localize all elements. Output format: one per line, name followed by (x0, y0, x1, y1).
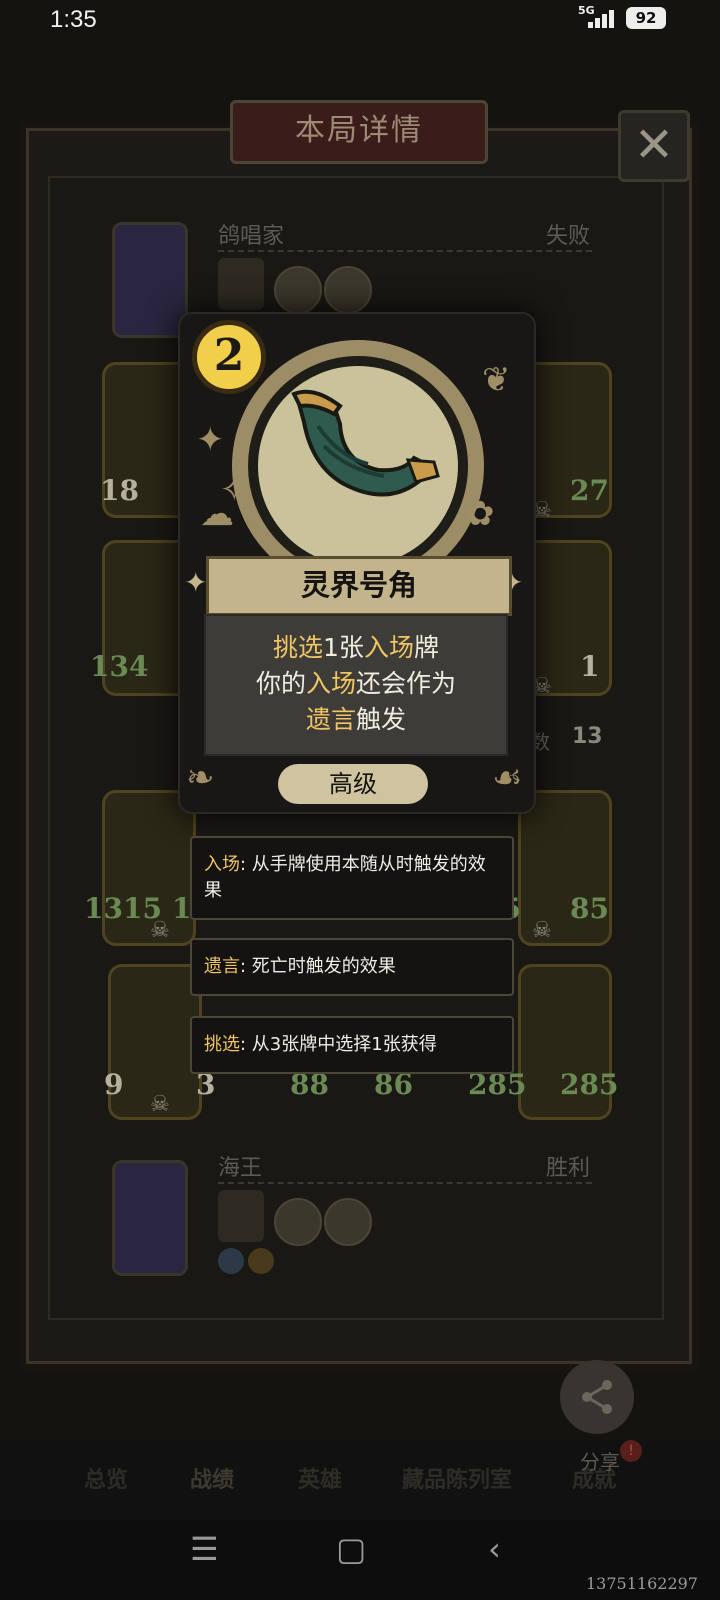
close-button[interactable]: ✕ (618, 110, 690, 182)
keyword-tooltip: 挑选: 从3张牌中选择1张获得 (190, 1016, 514, 1074)
card-name: 灵界号角 (206, 556, 512, 616)
tab-overview[interactable]: 总览 (84, 1462, 128, 1494)
share-button[interactable] (560, 1360, 634, 1434)
tooltip-keyword: 遗言 (204, 956, 240, 977)
item-coin[interactable] (324, 266, 372, 314)
notification-badge: ! (620, 1440, 642, 1462)
watermark: 13751162297 (586, 1574, 698, 1593)
tooltip-text: : 从手牌使用本随从时触发的效果 (204, 854, 486, 901)
minion-attack: 134 (90, 650, 149, 683)
tooltip-keyword: 入场 (204, 854, 240, 875)
horn-icon (291, 389, 440, 497)
keyword-tooltip: 入场: 从手牌使用本随从时触发的效果 (190, 836, 514, 920)
item-coin[interactable] (274, 1198, 322, 1246)
player-name: 鸽唱家 (218, 224, 285, 249)
share-label[interactable]: 分享 (580, 1446, 620, 1475)
dialog-title: 本局详情 (295, 113, 423, 148)
skull-icon: ☠ (150, 1092, 170, 1117)
desc-text: 触发 (356, 705, 407, 734)
desc-text: 还会作为 (356, 669, 457, 698)
swirl-icon: ☙ (492, 758, 523, 798)
buff-icon[interactable] (218, 1248, 244, 1274)
battery-icon: 92 (626, 7, 666, 29)
tooltip-text: : 从3张牌中选择1张获得 (240, 1034, 437, 1055)
item-coin[interactable] (324, 1198, 372, 1246)
minion-health: 27 (570, 474, 609, 507)
desc-keyword: 挑选 (273, 633, 324, 662)
divider (218, 250, 592, 253)
desc-keyword: 入场 (305, 669, 356, 698)
desc-text: 1张 (323, 633, 364, 662)
recent-apps-icon[interactable]: ☰ (190, 1530, 219, 1568)
tooltip-text: : 死亡时触发的效果 (240, 956, 396, 977)
hero-mini-icon[interactable] (218, 258, 264, 310)
desc-text: 牌 (413, 633, 439, 662)
status-time: 1:35 (50, 6, 97, 33)
minion-attack: 18 (100, 474, 139, 507)
flower-icon: ✿ (466, 494, 495, 534)
player-portrait[interactable] (112, 222, 188, 338)
tooltip-keyword: 挑选 (204, 1034, 240, 1055)
banner-star-left-icon: ✦ (184, 566, 208, 599)
share-icon (582, 1380, 612, 1414)
desc-line: 你的入场还会作为 (206, 666, 506, 702)
desc-line: 挑选1张入场牌 (206, 630, 506, 666)
tab-collection[interactable]: 藏品陈列室 (402, 1462, 512, 1494)
minion-health: 1 (580, 650, 600, 683)
minion-health: 85 (570, 892, 609, 925)
player-result: 胜利 (546, 1156, 591, 1181)
desc-keyword: 入场 (363, 633, 414, 662)
tab-records[interactable]: 战绩 (190, 1462, 234, 1494)
card-art (258, 366, 458, 566)
home-icon[interactable]: ▢ (336, 1530, 366, 1568)
sparkle-icon: ✦ (196, 420, 225, 460)
count-value: 13 (572, 724, 603, 749)
cloud-icon: ☁ (200, 494, 234, 534)
swirl-icon: ❦ (482, 360, 511, 400)
swirl-icon: ❧ (186, 758, 215, 798)
dialog-title-plate: 本局详情 (230, 100, 488, 164)
divider (218, 1182, 592, 1185)
tab-heroes[interactable]: 英雄 (298, 1462, 342, 1494)
player-name: 海王 (218, 1156, 263, 1181)
player-result: 失败 (546, 224, 591, 249)
desc-keyword: 遗言 (305, 705, 356, 734)
minion-health: 285 (560, 1068, 619, 1101)
minion-attack: 9 (104, 1068, 124, 1101)
desc-line: 遗言触发 (206, 702, 506, 738)
skull-icon: ☠ (150, 918, 170, 943)
signal-icon (586, 8, 620, 28)
buff-icon[interactable] (248, 1248, 274, 1274)
status-bar: 1:35 5G 92 (0, 0, 720, 40)
skull-icon: ☠ (532, 918, 552, 943)
card-tier-badge: 高级 (278, 764, 428, 804)
hero-mini-icon[interactable] (218, 1190, 264, 1242)
desc-text: 你的 (255, 669, 306, 698)
player-portrait[interactable] (112, 1160, 188, 1276)
item-coin[interactable] (274, 266, 322, 314)
keyword-tooltip: 遗言: 死亡时触发的效果 (190, 938, 514, 996)
back-icon[interactable]: ‹ (488, 1530, 501, 1568)
card-cost: 2 (192, 320, 266, 394)
card-description: 挑选1张入场牌 你的入场还会作为 遗言触发 (204, 614, 508, 756)
